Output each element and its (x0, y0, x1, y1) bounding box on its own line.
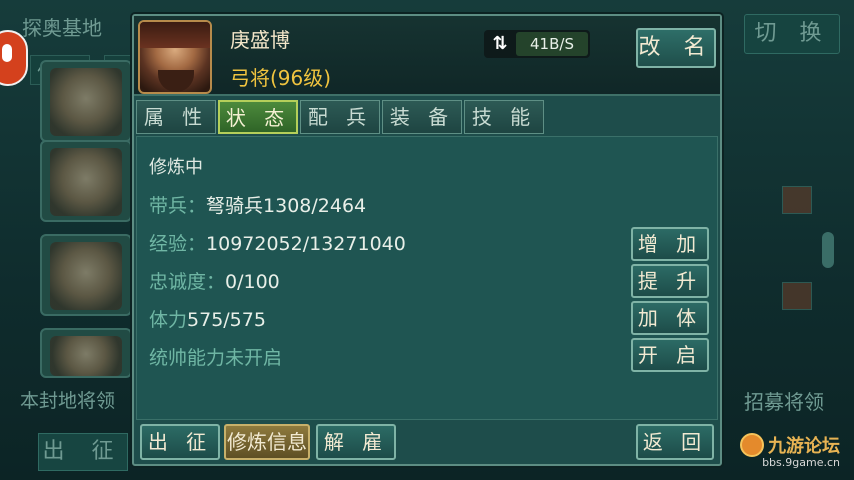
transfer-arrows-icon: ⇅ (492, 33, 508, 54)
stamina-row: 体力575/575 (149, 305, 266, 332)
background-go-button: 出 征 (38, 433, 128, 471)
general-detail-dialog: 庚盛博 弓将(96级) ⇅ 41B/S 改 名 属 性 状 态 配 兵 装 备 … (132, 14, 722, 466)
increase-troops-button[interactable]: 增 加 (631, 227, 709, 261)
general-rank: 弓将(96级) (230, 66, 332, 90)
general-portrait-icon (50, 242, 122, 310)
tab-attributes[interactable]: 属 性 (136, 100, 216, 134)
status-title: 修炼中 (149, 157, 203, 178)
background-title: 探奥基地 (22, 16, 102, 40)
troops-value: 弩骑兵1308/2464 (206, 195, 367, 217)
nine-game-logo-icon (740, 433, 764, 457)
tab-skills[interactable]: 技 能 (464, 100, 544, 134)
troops-label: 带兵： (149, 195, 207, 217)
status-panel: 修炼中 带兵：弩骑兵1308/2464 经验：10972052/13271040… (136, 136, 718, 420)
tab-status[interactable]: 状 态 (218, 100, 298, 134)
network-indicator: ⇅ 41B/S (484, 30, 590, 58)
background-recruit-generals: 招募将领 (744, 390, 824, 414)
experience-label: 经验： (149, 233, 207, 255)
tab-equipment[interactable]: 装 备 (382, 100, 462, 134)
background-general-card (40, 328, 132, 378)
tab-troops[interactable]: 配 兵 (300, 100, 380, 134)
network-speed: 41B/S (516, 32, 588, 56)
background-general-card (40, 60, 132, 142)
background-general-card (40, 140, 132, 222)
experience-row: 经验：10972052/13271040 (149, 229, 406, 256)
watermark-title: 九游论坛 (768, 436, 840, 457)
loyalty-value: 0/100 (225, 271, 280, 293)
command-row: 统帅能力未开启 (149, 347, 283, 369)
stamina-label: 体力 (149, 309, 188, 331)
rename-button[interactable]: 改 名 (636, 28, 716, 68)
go-button[interactable]: 出 征 (140, 424, 220, 460)
dialog-header: 庚盛博 弓将(96级) ⇅ 41B/S 改 名 (134, 16, 720, 96)
dismiss-button[interactable]: 解 雇 (316, 424, 396, 460)
background-thumbnail-icon (782, 282, 812, 310)
tab-bar: 属 性 状 态 配 兵 装 备 技 能 (136, 100, 544, 134)
enable-command-button[interactable]: 开 启 (631, 338, 709, 372)
general-name: 庚盛博 (230, 28, 290, 52)
background-thumbnail-icon (782, 186, 812, 214)
loyalty-label: 忠诚度： (149, 271, 226, 293)
promote-loyalty-button[interactable]: 提 升 (631, 264, 709, 298)
general-portrait-icon (50, 68, 122, 136)
microphone-icon[interactable] (0, 30, 28, 86)
back-button[interactable]: 返 回 (636, 424, 714, 460)
troops-row: 带兵：弩骑兵1308/2464 (149, 191, 366, 218)
stamina-value: 575/575 (187, 309, 266, 331)
experience-value: 10972052/13271040 (206, 233, 406, 255)
general-portrait-icon (50, 148, 122, 216)
background-fief-generals: 本封地将领 (20, 390, 116, 412)
training-info-button[interactable]: 修炼信息 (224, 424, 310, 460)
watermark: 九游论坛 bbs.9game.cn (740, 432, 840, 469)
add-stamina-button[interactable]: 加 体 (631, 301, 709, 335)
background-switch-button: 切 换 (744, 14, 840, 54)
loyalty-row: 忠诚度：0/100 (149, 267, 280, 294)
dialog-footer: 出 征 修炼信息 解 雇 返 回 (136, 422, 718, 462)
background-scrollbar (822, 232, 834, 268)
watermark-url: bbs.9game.cn (762, 456, 840, 469)
general-portrait-icon (138, 20, 212, 94)
general-portrait-icon (50, 336, 122, 376)
background-general-card (40, 234, 132, 316)
